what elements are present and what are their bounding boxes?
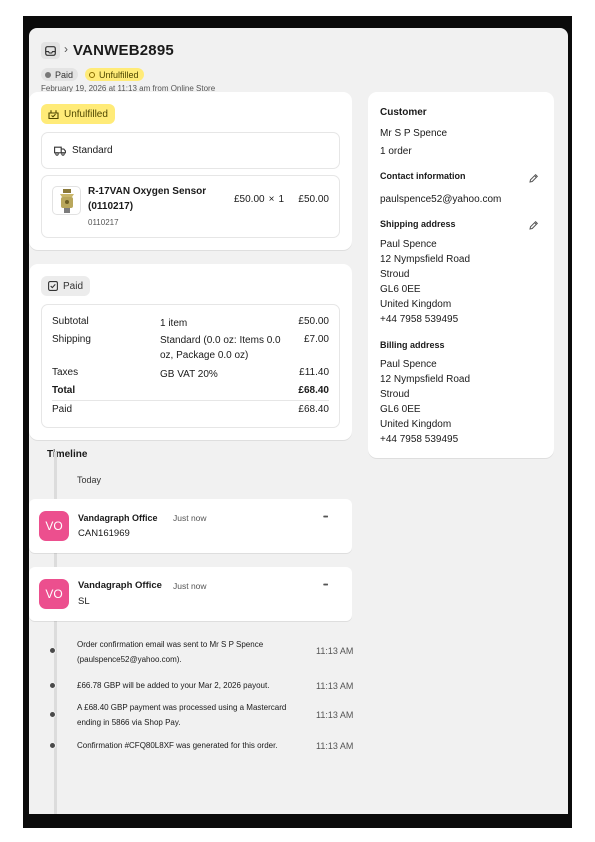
- subtotal-amount: £50.00: [298, 316, 329, 327]
- shipping-method-label: Standard: [72, 145, 113, 156]
- shipping-amount: £7.00: [303, 334, 329, 345]
- subtotal-label: Subtotal: [52, 316, 89, 327]
- avatar: VO: [39, 511, 69, 541]
- inbox-icon[interactable]: [41, 42, 60, 59]
- multiply-sign: ×: [268, 194, 275, 205]
- contact-heading: Contact information: [380, 171, 466, 181]
- address-line: Paul Spence: [380, 359, 437, 370]
- address-line: 12 Nympsfield Road: [380, 254, 471, 265]
- customer-name-link[interactable]: Mr S P Spence: [380, 126, 447, 141]
- shipping-detail: Standard (0.0 oz: Items 0.0 oz, Package …: [160, 335, 281, 361]
- breadcrumb-separator: ›: [64, 42, 68, 56]
- address-line: 12 Nympsfield Road: [380, 374, 471, 385]
- address-line: United Kingdom: [380, 299, 452, 310]
- customer-email-link[interactable]: paulspence52@yahoo.com: [380, 192, 501, 207]
- page-title: VANWEB2895: [73, 42, 174, 59]
- price-quantity: £50.00 × 1: [234, 194, 284, 205]
- timeline-event-time: 11:13 AM: [316, 710, 354, 720]
- shipping-address-heading: Shipping address: [380, 219, 456, 229]
- divider: [52, 400, 329, 401]
- quantity: 1: [278, 194, 284, 205]
- paid-label: Paid: [52, 404, 73, 415]
- address-line: +44 7958 539495: [380, 314, 459, 325]
- paid-status-badge: Paid: [41, 68, 79, 81]
- timeline-event-dot: [49, 682, 56, 689]
- address-line: GL6 0EE: [380, 404, 421, 415]
- truck-icon: [54, 146, 66, 156]
- timeline-event-text[interactable]: £66.78 GBP will be added to your Mar 2, …: [77, 678, 297, 693]
- unit-price: £50.00: [234, 194, 265, 205]
- subtotal-detail: 1 item: [160, 318, 188, 329]
- timeline-event-dot: [49, 742, 56, 749]
- timeline-event-text: Confirmation #CFQ80L8XF was generated fo…: [77, 741, 278, 750]
- fulfillment-status-label: Unfulfilled: [64, 108, 108, 120]
- taxes-detail: GB VAT 20%: [160, 369, 218, 380]
- comment-text: SL: [78, 596, 90, 607]
- billing-address-heading: Billing address: [380, 340, 445, 350]
- payment-summary-table: Subtotal 1 item £50.00 Shipping Standard…: [41, 304, 340, 428]
- timeline-event-time: 11:13 AM: [316, 741, 354, 751]
- shipping-address-block: Paul Spence 12 Nympsfield Road Stroud GL…: [380, 237, 470, 327]
- address-line: Paul Spence: [380, 239, 437, 250]
- more-actions-icon[interactable]: •••: [323, 514, 328, 521]
- taxes-label: Taxes: [52, 367, 79, 378]
- product-sku: 0110217: [88, 218, 119, 227]
- timeline-comment: VO Vandagraph Office Just now CAN161969 …: [29, 499, 352, 553]
- comment-author: Vandagraph Office: [78, 580, 162, 591]
- unfulfilled-badge-label: Unfulfilled: [99, 69, 139, 80]
- unfulfilled-status-badge: Unfulfilled: [85, 68, 144, 81]
- customer-orders-link[interactable]: 1 order: [380, 144, 412, 159]
- paid-badge-label: Paid: [55, 69, 74, 80]
- timeline-event-text: Order confirmation email was sent to Mr …: [77, 640, 264, 664]
- payment-status-chip: Paid: [41, 276, 91, 296]
- fulfillment-status-chip: Unfulfilled: [41, 104, 115, 124]
- address-line: GL6 0EE: [380, 284, 421, 295]
- shipping-method-box: Standard: [41, 132, 340, 169]
- paid-dot-icon: [45, 71, 51, 78]
- comment-author: Vandagraph Office: [78, 513, 158, 523]
- timeline-event-time: 11:13 AM: [316, 646, 354, 656]
- billing-address-block: Paul Spence 12 Nympsfield Road Stroud GL…: [380, 357, 470, 447]
- total-label: Total: [52, 385, 76, 396]
- taxes-amount: £11.40: [299, 367, 329, 378]
- timeline-day-label: Today: [77, 475, 102, 485]
- total-amount: £68.40: [298, 385, 329, 396]
- shipping-label: Shipping: [52, 334, 91, 345]
- product-title-link[interactable]: R-17VAN Oxygen Sensor (0110217): [88, 184, 208, 214]
- timeline-event-dot: [49, 647, 56, 654]
- package-icon: [48, 109, 59, 120]
- checkbox-icon: [48, 281, 58, 291]
- address-line: Stroud: [380, 389, 410, 400]
- paid-amount: £68.40: [298, 404, 329, 415]
- order-page: › VANWEB2895 Paid Unfulfilled February 1…: [29, 28, 568, 814]
- more-actions-icon[interactable]: •••: [323, 582, 328, 589]
- timeline-event-dot: [49, 711, 56, 718]
- product-thumbnail[interactable]: [52, 186, 81, 215]
- comment-time: Just now: [173, 581, 207, 591]
- line-total: £50.00: [298, 194, 329, 205]
- edit-contact-pencil-icon[interactable]: [528, 171, 539, 189]
- line-item[interactable]: R-17VAN Oxygen Sensor (0110217) 0110217 …: [41, 175, 340, 238]
- address-line: +44 7958 539495: [380, 434, 459, 445]
- avatar: VO: [39, 579, 69, 609]
- timeline-comment: VO Vandagraph Office Just now SL •••: [29, 567, 352, 621]
- timeline-event-text[interactable]: A £68.40 GBP payment was processed using…: [77, 700, 292, 730]
- edit-shipping-pencil-icon[interactable]: [528, 218, 539, 236]
- payment-status-label: Paid: [63, 280, 84, 292]
- address-line: United Kingdom: [380, 419, 452, 430]
- address-line: Stroud: [380, 269, 410, 280]
- customer-heading: Customer: [380, 107, 427, 118]
- unfulfilled-dot-icon: [89, 71, 95, 78]
- comment-text: CAN161969: [78, 528, 130, 539]
- timeline-event-time: 11:13 AM: [316, 681, 354, 691]
- comment-time: Just now: [173, 513, 207, 523]
